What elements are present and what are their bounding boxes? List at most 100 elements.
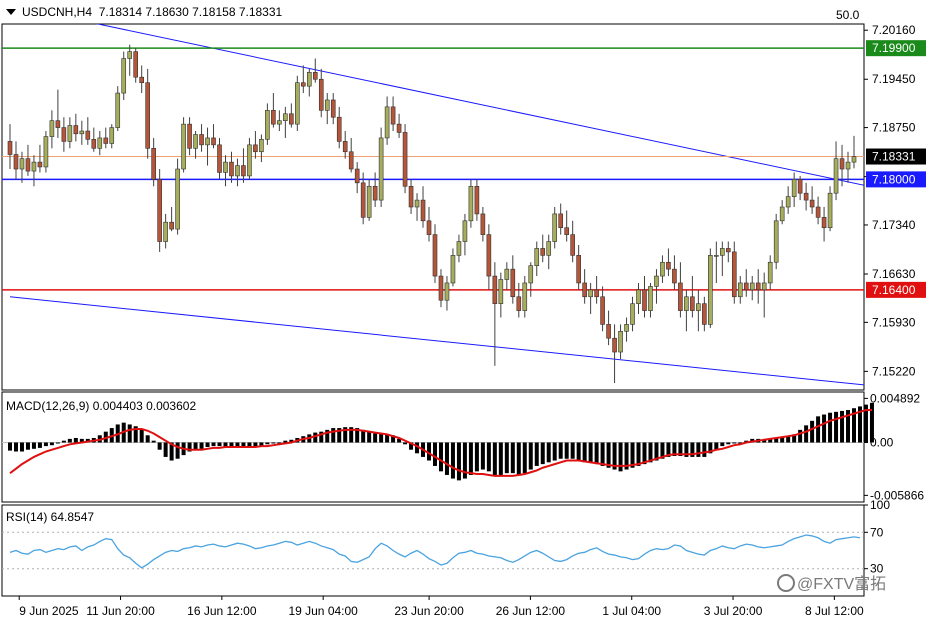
candle: [851, 135, 857, 169]
candle: [241, 148, 246, 183]
candle: [211, 124, 216, 149]
candle: [522, 276, 528, 318]
candle: [151, 137, 156, 187]
candle-body: [253, 144, 258, 153]
candle: [432, 224, 438, 283]
candle-body: [205, 137, 210, 146]
candle-body: [31, 161, 37, 172]
macd-histogram-bar: [498, 442, 503, 475]
macd-histogram-bar: [816, 416, 821, 443]
candle: [708, 248, 713, 328]
candle-body: [49, 120, 55, 137]
candle-body: [193, 134, 198, 149]
candle: [378, 127, 384, 207]
price-tick-label: 7.18750: [872, 121, 916, 135]
candle: [354, 162, 360, 194]
symbol-menu-icon[interactable]: [6, 9, 16, 15]
macd-histogram-bar: [175, 442, 180, 459]
candle-body: [660, 261, 665, 277]
candle-body: [163, 221, 168, 242]
candle-body: [714, 255, 719, 257]
macd-histogram-bar: [834, 411, 839, 443]
macd-histogram-bar: [492, 442, 497, 475]
candle-body: [295, 82, 300, 125]
candle: [678, 262, 683, 318]
candle-body: [211, 137, 216, 146]
candle: [67, 117, 73, 149]
candle-body: [43, 136, 49, 168]
candle-body: [247, 144, 252, 177]
symbol-label[interactable]: USDCNH,H4: [22, 5, 92, 19]
candle: [462, 213, 468, 256]
fxtv-logo-icon: [777, 574, 795, 592]
candle: [121, 51, 127, 100]
candle: [301, 65, 306, 94]
candle-body: [839, 158, 845, 170]
candle: [594, 276, 599, 304]
macd-histogram-bar: [618, 442, 623, 472]
candle-body: [684, 296, 689, 311]
chart-header: USDCNH,H4 7.18314 7.18630 7.18158 7.1833…: [6, 5, 282, 19]
candle: [103, 127, 109, 149]
candle-body: [582, 282, 587, 298]
candle: [833, 141, 839, 201]
candle-body: [462, 220, 468, 242]
candle: [456, 234, 462, 263]
candle-body: [743, 282, 749, 291]
macd-histogram-bar: [438, 442, 443, 472]
top-right-value: 50.0: [836, 8, 860, 22]
macd-histogram-bar: [151, 440, 156, 443]
macd-histogram-bar: [217, 442, 222, 447]
candle: [61, 117, 67, 152]
candle-body: [360, 182, 366, 218]
macd-histogram-bar: [271, 442, 276, 444]
candle: [564, 210, 569, 242]
candle-body: [767, 261, 773, 284]
rsi-tick-label: 100: [870, 498, 890, 512]
candle: [803, 182, 809, 211]
candle-body: [97, 137, 103, 149]
macd-histogram-bar: [810, 420, 815, 443]
candle-body: [61, 127, 67, 142]
candle: [474, 179, 480, 221]
candle: [797, 175, 803, 201]
panel-frame-0: [1, 23, 865, 391]
candle-body: [498, 279, 504, 304]
candle: [271, 93, 276, 128]
candle-body: [235, 165, 240, 177]
candle: [821, 207, 827, 242]
candle: [642, 276, 647, 318]
candle: [690, 276, 695, 318]
candle-body: [474, 185, 480, 215]
candle-body: [546, 241, 552, 256]
candle-body: [336, 116, 342, 142]
macd-histogram-bar: [516, 442, 521, 475]
candle: [534, 241, 540, 277]
macd-histogram-bar: [139, 428, 144, 443]
candle: [390, 96, 396, 132]
macd-histogram-bar: [534, 442, 539, 466]
macd-histogram-bar: [510, 442, 515, 474]
candle: [606, 310, 611, 346]
candle-body: [169, 221, 174, 230]
candle-body: [612, 337, 617, 353]
candle: [205, 127, 210, 166]
candle: [115, 86, 121, 132]
macd-histogram-bar: [31, 442, 36, 449]
candle: [97, 131, 103, 156]
candle-body: [115, 92, 121, 128]
candle-body: [103, 137, 109, 144]
candle: [725, 241, 731, 263]
macd-histogram-bar: [869, 402, 874, 443]
candle-body: [19, 158, 25, 170]
candle-body: [384, 106, 390, 139]
candle: [492, 262, 498, 366]
candle-body: [121, 58, 127, 94]
macd-histogram-bar: [265, 442, 270, 445]
candle: [253, 131, 258, 159]
candle-body: [438, 275, 444, 301]
candle-body: [666, 261, 671, 270]
candle-body: [654, 275, 659, 287]
macd-tick-label: 0.004892: [870, 391, 920, 405]
macd-histogram-bar: [456, 442, 461, 481]
